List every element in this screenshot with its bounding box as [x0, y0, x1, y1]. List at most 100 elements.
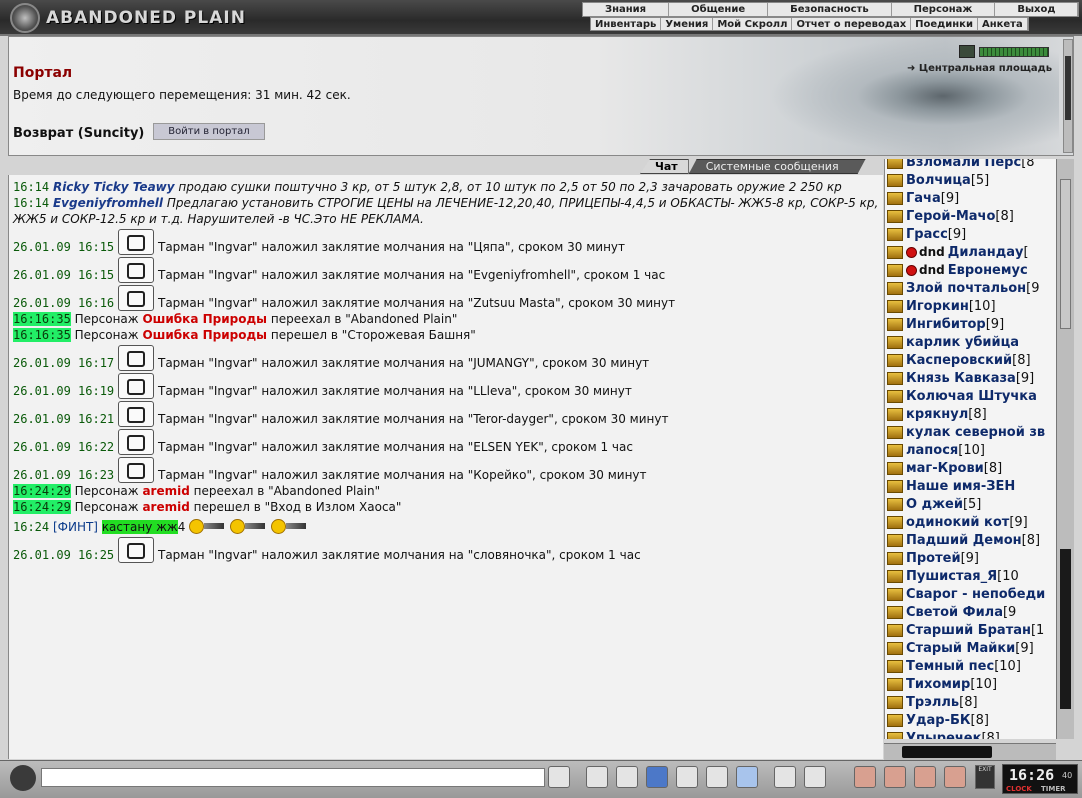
music-icon[interactable] — [736, 766, 758, 788]
msg-character[interactable]: Ошибка Природы — [142, 312, 267, 326]
user-name[interactable]: Старший Братан — [906, 623, 1031, 638]
smiley-icon[interactable] — [774, 766, 796, 788]
user-row[interactable]: Пушистая_Я [10 — [885, 567, 1074, 585]
user-row[interactable]: Гача [9] — [885, 189, 1074, 207]
user-row[interactable]: одинокий кот [9] — [885, 513, 1074, 531]
exit-button[interactable]: EXIT — [975, 765, 995, 789]
user-row[interactable]: dnd Диландау[ — [885, 243, 1074, 261]
user-row[interactable]: Тихомир [10] — [885, 675, 1074, 693]
user-name[interactable]: О джей — [906, 497, 963, 512]
user-name[interactable]: Князь Кавказа — [906, 371, 1016, 386]
talk-icon[interactable] — [10, 765, 36, 791]
menu-skills[interactable]: Умения — [661, 18, 714, 30]
user-row[interactable]: Сварог - непобеди — [885, 585, 1074, 603]
user-name[interactable]: Упыречек — [906, 731, 981, 740]
menu-my-scroll[interactable]: Мой Скролл — [713, 18, 793, 30]
menu-security[interactable]: Безопасность — [768, 3, 892, 16]
user-name[interactable]: Злой почтальон — [906, 281, 1026, 296]
user-row[interactable]: карлик убийца — [885, 333, 1074, 351]
user-name[interactable]: Игоркин — [906, 299, 969, 314]
user-name[interactable]: крякнул — [906, 407, 968, 422]
menu-transfer-report[interactable]: Отчет о переводах — [792, 18, 912, 30]
info-icon[interactable] — [854, 766, 876, 788]
user-name[interactable]: Наше имя-ЗЕН — [906, 479, 1015, 494]
msg-nick[interactable]: Ricky Ticky Teawy — [53, 180, 175, 194]
msg-character[interactable]: Ошибка Природы — [142, 328, 267, 342]
eraser-icon[interactable] — [586, 766, 608, 788]
user-row[interactable]: Колючая Штучка — [885, 387, 1074, 405]
user-row[interactable]: Светой Фила [9 — [885, 603, 1074, 621]
users-scrollbar[interactable] — [1056, 159, 1074, 739]
top-scrollbar[interactable] — [1063, 39, 1073, 153]
menu-character[interactable]: Персонаж — [892, 3, 996, 16]
menu-duels[interactable]: Поединки — [911, 18, 978, 30]
user-row[interactable]: Герой-Мачо [8] — [885, 207, 1074, 225]
menu-profile[interactable]: Анкета — [978, 18, 1028, 30]
user-name[interactable]: Темный пес — [906, 659, 994, 674]
hand-icon[interactable] — [914, 766, 936, 788]
user-name[interactable]: Падший Демон — [906, 533, 1022, 548]
user-name[interactable]: Старый Майки — [906, 641, 1015, 656]
user-row[interactable]: Удар-БК [8] — [885, 711, 1074, 729]
tab-system-messages[interactable]: Системные сообщения — [689, 159, 866, 174]
user-row[interactable]: dnd Евронемус — [885, 261, 1074, 279]
translit-icon[interactable] — [706, 766, 728, 788]
scroll-thumb-lower[interactable] — [1060, 549, 1071, 709]
user-row[interactable]: кулак северной зв — [885, 423, 1074, 441]
msg-character[interactable]: aremid — [142, 500, 189, 514]
user-name[interactable]: Протей — [906, 551, 961, 566]
user-name[interactable]: Трэлль — [906, 695, 959, 710]
user-name[interactable]: Взломали Перс — [906, 159, 1021, 170]
user-name[interactable]: Ингибитор — [906, 317, 986, 332]
user-row[interactable]: маг-Крови [8] — [885, 459, 1074, 477]
user-row[interactable]: Трэлль [8] — [885, 693, 1074, 711]
lock-icon[interactable] — [944, 766, 966, 788]
user-name[interactable]: Герой-Мачо — [906, 209, 995, 224]
user-name[interactable]: Евронемус — [948, 263, 1028, 278]
tab-chat[interactable]: Чат — [640, 159, 689, 174]
user-name[interactable]: Пушистая_Я — [906, 569, 997, 584]
user-name[interactable]: Волчица — [906, 173, 971, 188]
user-name[interactable]: Грасс — [906, 227, 948, 242]
user-name[interactable]: Касперовский — [906, 353, 1012, 368]
user-name[interactable]: Колючая Штучка — [906, 389, 1037, 404]
user-row[interactable]: О джей [5] — [885, 495, 1074, 513]
user-row[interactable]: Старший Братан [1 — [885, 621, 1074, 639]
user-row[interactable]: лапося [10] — [885, 441, 1074, 459]
user-row[interactable]: Протей [9] — [885, 549, 1074, 567]
filter-icon[interactable] — [616, 766, 638, 788]
chat-input[interactable] — [41, 768, 545, 787]
quill-icon[interactable] — [884, 766, 906, 788]
run-icon[interactable] — [676, 766, 698, 788]
user-row[interactable]: Упыречек [8] — [885, 729, 1074, 739]
user-name[interactable]: карлик убийца — [906, 335, 1019, 350]
user-row[interactable]: Князь Кавказа [9] — [885, 369, 1074, 387]
user-name[interactable]: Удар-БК — [906, 713, 971, 728]
user-name[interactable]: Тихомир — [906, 677, 970, 692]
menu-inventory[interactable]: Инвентарь — [591, 18, 662, 30]
face-icon[interactable] — [804, 766, 826, 788]
user-row[interactable]: Темный пес [10] — [885, 657, 1074, 675]
user-row[interactable]: Игоркин [10] — [885, 297, 1074, 315]
menu-exit[interactable]: Выход — [995, 3, 1079, 16]
user-row[interactable]: Касперовский [8] — [885, 351, 1074, 369]
hscroll-thumb[interactable] — [902, 746, 992, 758]
menu-communication[interactable]: Общение — [669, 3, 769, 16]
scroll-thumb[interactable] — [1065, 56, 1071, 120]
save-icon[interactable] — [646, 766, 668, 788]
user-row[interactable]: Злой почтальон [9 — [885, 279, 1074, 297]
msg-nick[interactable]: Evgeniyfromhell — [53, 196, 163, 210]
user-name[interactable]: кулак северной зв — [906, 425, 1045, 440]
menu-knowledge[interactable]: Знания — [583, 3, 670, 16]
user-row[interactable]: крякнул [8] — [885, 405, 1074, 423]
user-row[interactable]: Взломали Перс [8 — [885, 159, 1074, 171]
user-row[interactable]: Ингибитор [9] — [885, 315, 1074, 333]
user-row[interactable]: Старый Майки [9] — [885, 639, 1074, 657]
user-name[interactable]: Гача — [906, 191, 941, 206]
user-row[interactable]: Наше имя-ЗЕН — [885, 477, 1074, 495]
user-name[interactable]: одинокий кот — [906, 515, 1009, 530]
user-name[interactable]: Светой Фила — [906, 605, 1003, 620]
location-link[interactable]: ➜ Центральная площадь — [907, 63, 1052, 74]
send-icon[interactable] — [548, 766, 570, 788]
user-row[interactable]: Падший Демон [8] — [885, 531, 1074, 549]
